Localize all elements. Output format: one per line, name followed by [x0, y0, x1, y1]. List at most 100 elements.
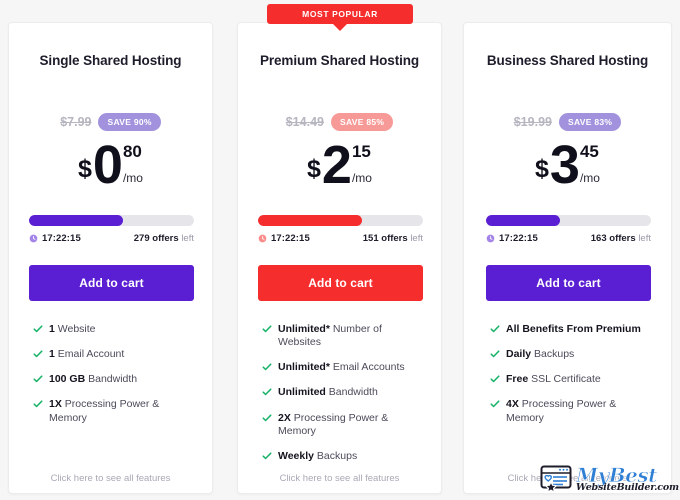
feature-item: 4X Processing Power & Memory	[490, 398, 651, 424]
pricing-page: MOST POPULAR Single Shared Hosting $7.99 S…	[0, 0, 680, 500]
countdown-timer: 17:22:15	[258, 233, 310, 244]
feature-rest: Backups	[316, 449, 358, 462]
add-to-cart-button[interactable]: Add to cart	[29, 265, 194, 301]
check-icon	[490, 350, 500, 358]
offers-progress-bar	[258, 215, 423, 226]
save-badge: SAVE 83%	[558, 113, 622, 131]
feature-item: Unlimited* Email Accounts	[262, 361, 423, 374]
feature-strong: All Benefits From Premium	[506, 323, 641, 335]
feature-item: Daily Backups	[490, 348, 651, 361]
feature-strong: Weekly	[278, 449, 314, 462]
offers-left: 279 offers left	[134, 233, 194, 244]
feature-rest: Website	[57, 323, 96, 335]
pricing-card-2: Premium Shared Hosting $14.49 SAVE 85% $2 15…	[237, 22, 442, 494]
price-display: $3 45/mo	[464, 135, 671, 195]
price-whole: 0	[92, 135, 123, 195]
feature-text: Daily Backups	[506, 348, 574, 361]
feature-rest: Email Account	[57, 348, 125, 361]
offers-progress-fill	[29, 215, 124, 226]
countdown-value: 17:22:15	[42, 233, 81, 244]
feature-text: 2X Processing Power & Memory	[278, 412, 423, 438]
save-badge: SAVE 90%	[98, 113, 161, 131]
price-currency: $	[78, 155, 92, 183]
offers-suffix: left	[181, 233, 194, 244]
price-currency: $	[307, 155, 321, 183]
feature-rest: SSL Certificate	[531, 373, 601, 386]
feature-strong: Unlimited*	[278, 361, 330, 374]
countdown-value: 17:22:15	[271, 233, 310, 244]
see-all-features-link[interactable]: Click here to see all features	[238, 473, 441, 484]
feature-strong: 1X	[49, 398, 62, 411]
price-display: $0 80/mo	[9, 135, 212, 195]
add-to-cart-button[interactable]: Add to cart	[486, 265, 651, 301]
feature-text: Unlimited* Number of Websites	[278, 323, 423, 349]
check-icon	[262, 388, 272, 396]
price-period: /mo	[122, 171, 143, 185]
price-whole: 3	[549, 135, 580, 195]
check-icon	[33, 350, 43, 358]
old-price-row: $7.99 SAVE 90%	[9, 113, 212, 131]
pricing-card-1: Single Shared Hosting $7.99 SAVE 90% $0 80/m…	[8, 22, 213, 494]
feature-item: Unlimited Bandwidth	[262, 386, 423, 399]
plan-title: Single Shared Hosting	[39, 53, 182, 68]
ribbon-notch-icon	[333, 24, 347, 31]
offers-left: 163 offers left	[591, 233, 651, 244]
check-icon	[33, 325, 43, 333]
feature-text: Unlimited* Email Accounts	[278, 361, 405, 374]
clock-icon	[258, 234, 267, 243]
price-period: /mo	[351, 171, 372, 185]
feature-item: 1 Website	[33, 323, 194, 336]
feature-rest: Bandwidth	[328, 386, 378, 399]
feature-text: 1X Processing Power & Memory	[49, 398, 194, 424]
check-icon	[262, 452, 272, 459]
price-fraction: 80	[122, 142, 142, 161]
feature-strong: 4X	[506, 398, 519, 411]
countdown-timer: 17:22:15	[29, 233, 81, 244]
check-icon	[490, 325, 500, 333]
offers-suffix: left	[638, 233, 651, 244]
mybest-websitebuilder-logo: MyBest WebsiteBuilder.com	[540, 462, 679, 496]
check-icon	[262, 413, 272, 421]
plan-title: Business Shared Hosting	[486, 53, 649, 68]
offers-progress-bar	[486, 215, 651, 226]
feature-item: Weekly Backups	[262, 450, 423, 463]
offers-label: offers	[152, 233, 179, 244]
old-price-row: $14.49 SAVE 85%	[238, 113, 441, 131]
pricing-card-3: Business Shared Hosting $19.99 SAVE 83% $3 4…	[463, 22, 672, 494]
price-fraction: 45	[579, 142, 599, 161]
old-price: $19.99	[513, 115, 552, 129]
feature-list: 1 Website 1 Email Account 100 GB Bandwidth…	[33, 323, 194, 437]
logo-wordmark: MyBest WebsiteBuilder.com	[576, 465, 679, 493]
feature-item: 1X Processing Power & Memory	[33, 398, 194, 424]
offers-label: offers	[609, 233, 636, 244]
most-popular-label: MOST POPULAR	[302, 9, 378, 19]
offer-meta-row: 17:22:15 279 offers left	[29, 233, 194, 244]
most-popular-badge: MOST POPULAR	[267, 4, 413, 31]
feature-rest: Email Accounts	[332, 361, 405, 374]
feature-item: 100 GB Bandwidth	[33, 373, 194, 386]
feature-item: All Benefits From Premium	[490, 323, 651, 336]
feature-text: Unlimited Bandwidth	[278, 386, 378, 399]
feature-strong: Free	[506, 373, 529, 386]
feature-text: All Benefits From Premium	[506, 323, 641, 336]
see-all-features-link[interactable]: Click here to see all features	[9, 473, 212, 484]
save-badge: SAVE 85%	[330, 113, 394, 131]
feature-rest: Processing Power & Memory	[506, 398, 617, 424]
feature-list: Unlimited* Number of Websites Unlimited* …	[262, 323, 423, 475]
check-icon	[262, 325, 272, 333]
offers-suffix: left	[410, 233, 423, 244]
offers-count: 163	[590, 233, 607, 244]
browser-window-icon	[540, 465, 574, 493]
feature-rest: Processing Power & Memory	[278, 411, 389, 437]
feature-strong: 1	[49, 323, 55, 335]
price-fraction-group: 80/mo	[123, 143, 143, 185]
add-to-cart-button[interactable]: Add to cart	[258, 265, 423, 301]
price-currency: $	[535, 155, 549, 183]
feature-text: 4X Processing Power & Memory	[506, 398, 651, 424]
countdown-timer: 17:22:15	[486, 233, 538, 244]
offer-meta-row: 17:22:15 151 offers left	[258, 233, 423, 244]
price-whole: 2	[321, 135, 352, 195]
feature-rest: Backups	[534, 348, 575, 361]
feature-item: 2X Processing Power & Memory	[262, 412, 423, 438]
feature-strong: 1	[49, 348, 55, 361]
